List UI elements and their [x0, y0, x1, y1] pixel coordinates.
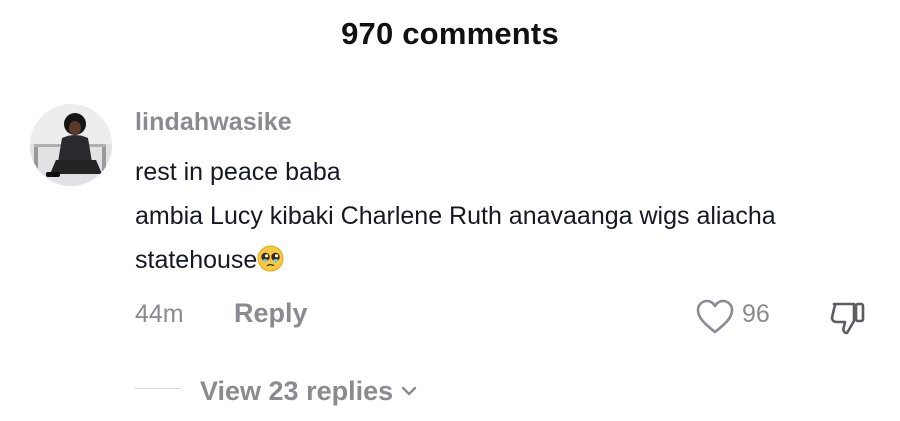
comment-timestamp: 44m — [135, 300, 184, 328]
replies-divider — [135, 388, 181, 389]
comment-line: ambia Lucy kibaki Charlene Ruth anavaang… — [135, 202, 776, 230]
comment-line-text: statehouse — [135, 246, 258, 274]
thumbs-down-icon[interactable] — [828, 297, 868, 337]
pleading-face-emoji-icon — [257, 242, 284, 272]
chevron-down-icon — [401, 373, 417, 396]
comments-count-title: 970 comments — [341, 16, 559, 51]
avatar[interactable] — [30, 104, 112, 186]
reply-button[interactable]: Reply — [234, 298, 308, 329]
like-count: 96 — [742, 300, 770, 328]
comment-username[interactable]: lindahwasike — [135, 108, 292, 137]
heart-outline-icon[interactable] — [696, 299, 734, 335]
comment-line-last: statehouse — [135, 238, 875, 282]
view-replies-label: View 23 replies — [200, 376, 394, 406]
avatar-photo — [30, 104, 112, 186]
comment-line: rest in peace baba — [135, 158, 341, 186]
view-replies-button[interactable]: View 23 replies — [200, 373, 417, 407]
comment-text: rest in peace baba ambia Lucy kibaki Cha… — [135, 150, 875, 282]
